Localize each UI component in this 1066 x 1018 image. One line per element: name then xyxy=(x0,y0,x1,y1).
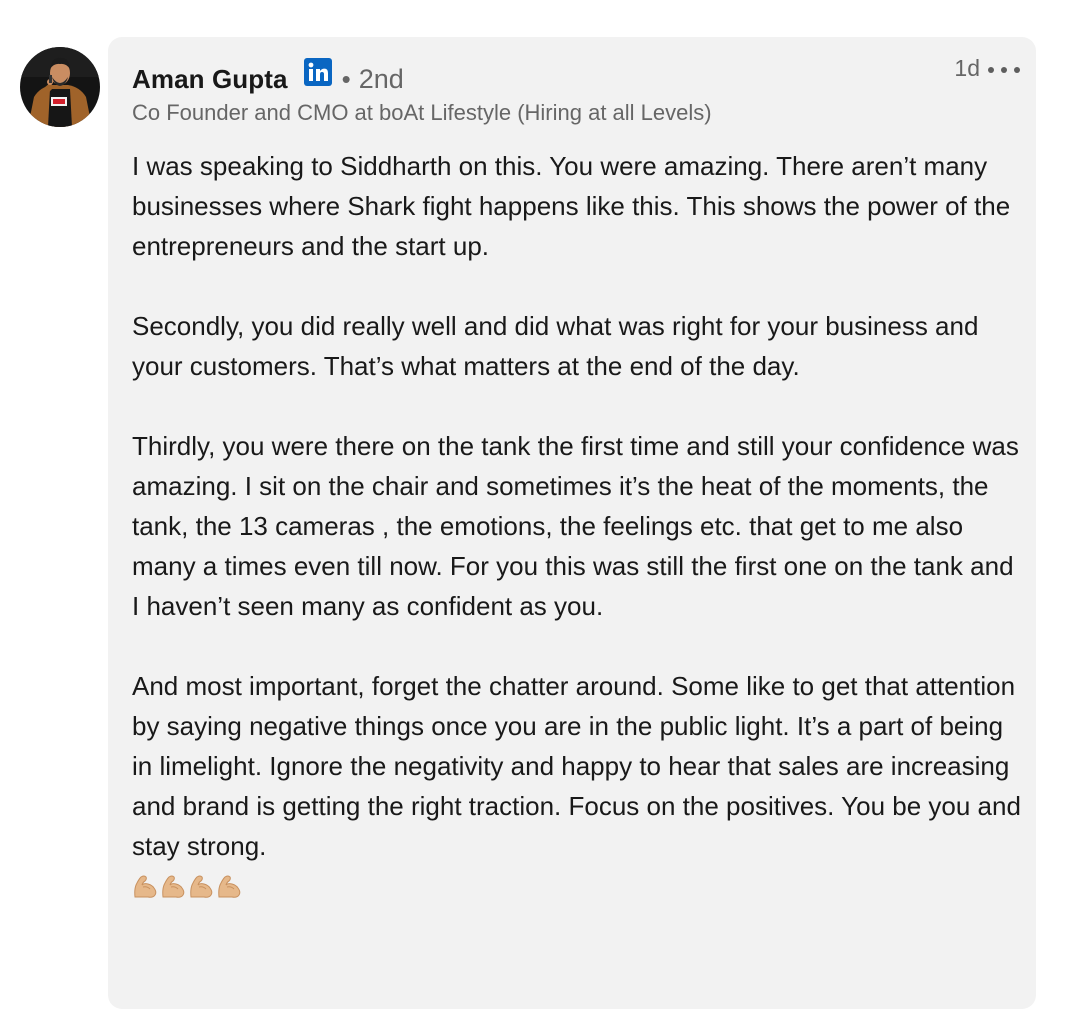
comment-paragraph: Thirdly, you were there on the tank the … xyxy=(132,431,1019,621)
emoji-row xyxy=(132,866,1022,906)
comment-text: I was speaking to Siddharth on this. You… xyxy=(132,146,1022,906)
flexed-biceps-emoji xyxy=(190,875,213,898)
comment-paragraph: Secondly, you did really well and did wh… xyxy=(132,311,979,381)
comment-paragraph: And most important, forget the chatter a… xyxy=(132,671,1021,861)
author-name[interactable]: Aman Gupta xyxy=(132,64,288,95)
author-avatar[interactable] xyxy=(20,47,100,127)
comment-header: Aman Gupta • 2nd xyxy=(132,58,404,99)
profile-photo xyxy=(20,47,100,127)
comment-card: Aman Gupta • 2nd Co Founder and CMO at b… xyxy=(108,37,1036,1009)
degree-separator: • xyxy=(341,63,351,94)
linkedin-icon xyxy=(303,58,332,86)
flexed-biceps-emoji xyxy=(134,875,157,898)
flexed-biceps-emoji xyxy=(162,875,185,898)
comment-paragraph: I was speaking to Siddharth on this. You… xyxy=(132,151,1011,261)
connection-degree: 2nd xyxy=(358,63,404,94)
author-headline: Co Founder and CMO at boAt Lifestyle (Hi… xyxy=(132,100,712,125)
flexed-biceps-emoji xyxy=(218,875,241,898)
comment-timestamp: 1d xyxy=(954,55,980,81)
more-options-button[interactable] xyxy=(988,59,1020,81)
more-horizontal-icon xyxy=(988,67,994,73)
